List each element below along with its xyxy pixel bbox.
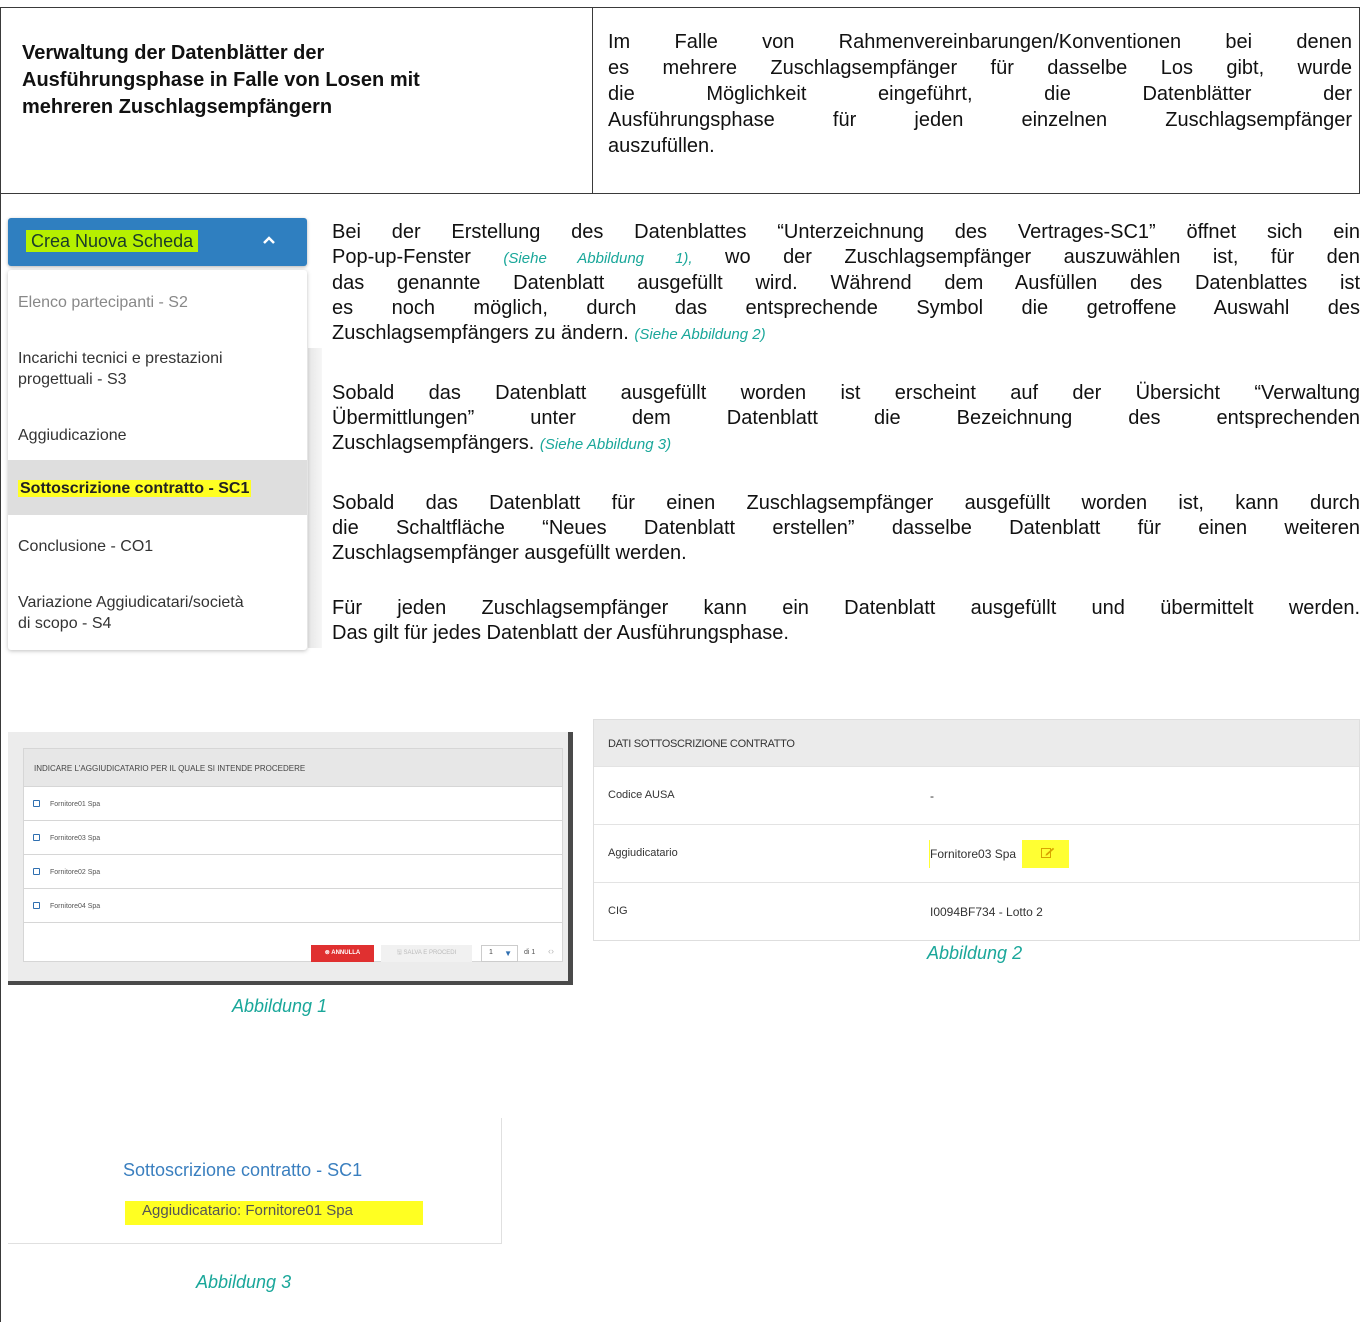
chevron-up-icon — [263, 236, 275, 244]
create-new-form-button[interactable]: Crea Nuova Scheda — [8, 218, 307, 266]
paragraph-4: Für jeden Zuschlagsempfänger kann ein Da… — [332, 596, 1360, 646]
dropdown-menu: Elenco partecipanti - S2 Incarichi tecni… — [8, 270, 307, 650]
edit-icon[interactable] — [1041, 847, 1055, 859]
menu-item-label: Incarichi tecnici e prestazioni — [18, 350, 223, 367]
section-title-line: mehreren Zuschlagsempfängern — [22, 96, 333, 118]
dialog-footer: ⊗ ANNULLA 🖫 SALVA E PROCEDI 1 ▼ di 1 ‹› — [24, 941, 564, 963]
menu-item-label: Conclusione - CO1 — [18, 538, 154, 555]
paragraph-text: wo der Zuschlagsempfänger auszuwählen is… — [692, 246, 1360, 268]
paragraph-line: Für jeden Zuschlagsempfänger kann ein Da… — [332, 597, 1360, 619]
page-select-value: 1 — [489, 949, 493, 956]
figure-1-screenshot: INDICARE L'AGGIUDICATARIO PER IL QUALE S… — [8, 732, 573, 985]
field-label: CIG — [608, 905, 628, 917]
paragraph-line: es noch möglich, durch das entsprechende… — [332, 297, 1360, 319]
pagination-arrows-icon[interactable]: ‹› — [548, 946, 554, 956]
page-count: di 1 — [524, 949, 536, 956]
field-label: Codice AUSA — [608, 789, 675, 801]
menu-item-s3[interactable]: Incarichi tecnici e prestazioni progettu… — [8, 348, 307, 390]
paragraph-line: Sobald das Datenblatt ausgefüllt worden … — [332, 382, 1360, 404]
paragraph-line: Sobald das Datenblatt für einen Zuschlag… — [332, 492, 1360, 514]
figure-2-reference: (Siehe Abbildung 2) — [634, 326, 766, 343]
data-row: Aggiudicatario Fornitore03 Spa — [594, 824, 1359, 882]
field-value: Fornitore03 Spa — [930, 847, 1017, 861]
paragraph-text: Pop-up-Fenster — [332, 246, 504, 268]
paragraph-line: die Schaltfläche “Neues Datenblatt erste… — [332, 517, 1360, 539]
awardee-option[interactable]: Fornitore01 Spa — [24, 787, 562, 821]
contract-data-heading: DATI SOTTOSCRIZIONE CONTRATTO — [594, 720, 1359, 766]
section-title: Verwaltung der Datenblätter der Ausführu… — [22, 40, 582, 121]
paragraph-text: Zuschlagsempfängers zu ändern. — [332, 322, 635, 344]
checkbox-icon[interactable] — [33, 868, 40, 875]
cancel-button[interactable]: ⊗ ANNULLA — [311, 945, 374, 962]
menu-item-co1[interactable]: Conclusione - CO1 — [8, 536, 307, 557]
menu-item-label: Variazione Aggiudicatari/società — [18, 594, 244, 611]
menu-item-label: Aggiudicazione — [18, 427, 127, 444]
menu-background-shadow — [308, 348, 322, 648]
section-title-line: Verwaltung der Datenblätter der — [22, 42, 325, 64]
figure-1-reference: (Siehe Abbildung 1), — [503, 250, 693, 267]
checkbox-icon[interactable] — [33, 902, 40, 909]
section-description: Im Falle von Rahmenvereinbarungen/Konven… — [608, 29, 1352, 159]
new-form-menu-screenshot: Crea Nuova Scheda Elenco partecipanti - … — [8, 218, 322, 662]
field-value: I0094BF734 - Lotto 2 — [930, 905, 1043, 919]
description-line: Ausführungsphase für jeden einzelnen Zus… — [608, 109, 1352, 131]
figure-3-caption: Abbildung 3 — [196, 1272, 292, 1292]
page-select[interactable]: 1 ▼ — [481, 945, 518, 962]
table-divider-horizontal — [0, 193, 1360, 194]
awardee-option-label: Fornitore01 Spa — [50, 801, 101, 808]
create-new-form-label: Crea Nuova Scheda — [26, 230, 199, 252]
figure-2-caption: Abbildung 2 — [927, 943, 1023, 963]
chevron-down-icon: ▼ — [504, 949, 512, 958]
awardee-label: Aggiudicatario: Fornitore01 Spa — [142, 1202, 353, 1219]
paragraph-3: Sobald das Datenblatt für einen Zuschlag… — [332, 491, 1360, 566]
menu-item-label: Elenco partecipanti - S2 — [18, 294, 188, 311]
menu-item-aggiudicazione[interactable]: Aggiudicazione — [8, 425, 307, 446]
paragraph-text: Zuschlagsempfängers. — [332, 432, 540, 454]
data-row: CIG I0094BF734 - Lotto 2 — [594, 882, 1359, 940]
menu-item-label: Sottoscrizione contratto - SC1 — [18, 480, 252, 497]
awardee-option-label: Fornitore02 Spa — [50, 869, 101, 876]
select-awardee-dialog: INDICARE L'AGGIUDICATARIO PER IL QUALE S… — [23, 748, 563, 962]
figure-3-reference: (Siehe Abbildung 3) — [539, 436, 672, 453]
menu-item-sc1[interactable]: Sottoscrizione contratto - SC1 — [8, 460, 307, 515]
awardee-option-label: Fornitore04 Spa — [50, 903, 101, 910]
form-title-link[interactable]: Sottoscrizione contratto - SC1 — [123, 1160, 362, 1181]
description-line: es mehrere Zuschlagsempfänger für dassel… — [608, 57, 1352, 79]
awardee-option[interactable]: Fornitore03 Spa — [24, 821, 562, 855]
description-line: Im Falle von Rahmenvereinbarungen/Konven… — [608, 31, 1352, 53]
data-row: Codice AUSA - — [594, 766, 1359, 824]
paragraph-line: Das gilt für jedes Datenblatt der Ausfüh… — [332, 622, 789, 644]
paragraph-line: das genannte Datenblatt ausgefüllt wird.… — [332, 272, 1360, 294]
menu-item-label: progettuali - S3 — [18, 371, 127, 388]
paragraph-line: Zuschlagsempfängers. (Siehe Abbildung 3) — [332, 431, 1360, 457]
menu-item-label: di scopo - S4 — [18, 615, 112, 632]
field-value: - — [930, 789, 934, 803]
paragraph-1: Bei der Erstellung des Datenblattes “Unt… — [332, 220, 1360, 347]
awardee-option[interactable]: Fornitore04 Spa — [24, 889, 562, 923]
figure-2-screenshot: DATI SOTTOSCRIZIONE CONTRATTO Codice AUS… — [593, 719, 1360, 941]
save-and-proceed-button[interactable]: 🖫 SALVA E PROCEDI — [381, 945, 472, 962]
menu-item-s4[interactable]: Variazione Aggiudicatari/società di scop… — [8, 592, 307, 634]
description-line: auszufüllen. — [608, 135, 715, 157]
figure-1-caption: Abbildung 1 — [232, 996, 328, 1016]
paragraph-line: Bei der Erstellung des Datenblattes “Unt… — [332, 221, 1360, 243]
awardee-option[interactable]: Fornitore02 Spa — [24, 855, 562, 889]
table-border-top — [0, 7, 1360, 8]
paragraph-line: Zuschlagsempfänger ausgefüllt werden. — [332, 542, 687, 564]
table-divider-vertical — [592, 7, 593, 193]
field-label: Aggiudicatario — [608, 847, 678, 859]
section-title-line: Ausführungsphase in Falle von Losen mit — [22, 69, 420, 91]
paragraph-line: Zuschlagsempfängers zu ändern. (Siehe Ab… — [332, 321, 1360, 347]
figure-3-screenshot: Sottoscrizione contratto - SC1 Aggiudica… — [8, 1118, 502, 1244]
description-line: die Möglichkeit eingeführt, die Datenblä… — [608, 83, 1352, 105]
checkbox-icon[interactable] — [33, 800, 40, 807]
dialog-heading: INDICARE L'AGGIUDICATARIO PER IL QUALE S… — [24, 749, 562, 787]
menu-item-s2[interactable]: Elenco partecipanti - S2 — [8, 292, 307, 313]
awardee-option-label: Fornitore03 Spa — [50, 835, 101, 842]
paragraph-line: Pop-up-Fenster (Siehe Abbildung 1), wo d… — [332, 245, 1360, 271]
paragraph-2: Sobald das Datenblatt ausgefüllt worden … — [332, 381, 1360, 457]
checkbox-icon[interactable] — [33, 834, 40, 841]
table-border-left — [0, 7, 1, 1322]
paragraph-line: Übermittlungen” unter dem Datenblatt die… — [332, 407, 1360, 429]
